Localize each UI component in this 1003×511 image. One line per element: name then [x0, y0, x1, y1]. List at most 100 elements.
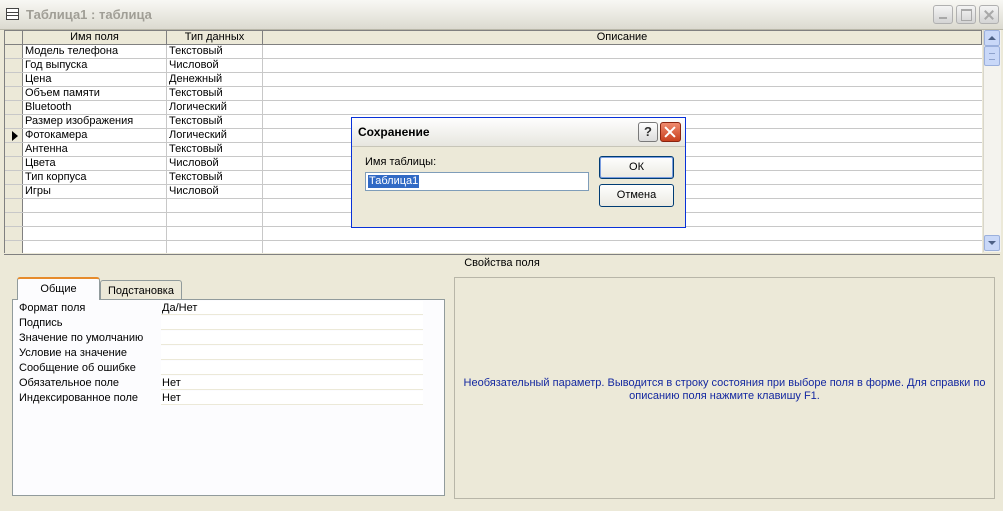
description-cell[interactable]: [263, 241, 982, 253]
property-value-field[interactable]: [161, 361, 423, 375]
field-name-cell[interactable]: [23, 241, 167, 253]
property-hint-panel: Необязательный параметр. Выводится в стр…: [454, 277, 995, 499]
save-dialog-titlebar[interactable]: Сохранение ?: [352, 118, 685, 147]
row-selector[interactable]: [5, 157, 23, 170]
description-cell[interactable]: [263, 101, 982, 114]
minimize-button[interactable]: [933, 5, 953, 24]
data-type-cell[interactable]: Денежный: [167, 73, 263, 86]
row-selector[interactable]: [5, 129, 23, 142]
property-value-field[interactable]: Да/Нет: [161, 301, 423, 315]
property-row: Значение по умолчанию: [13, 331, 433, 346]
table-row[interactable]: [5, 227, 982, 241]
scroll-up-button[interactable]: [984, 30, 1000, 46]
table-design-window: Таблица1 : таблица Имя поля Тип данных О…: [0, 0, 1003, 511]
property-row: Подпись: [13, 316, 433, 331]
row-selector[interactable]: [5, 87, 23, 100]
column-header-type[interactable]: Тип данных: [167, 31, 263, 44]
data-type-cell[interactable]: Логический: [167, 101, 263, 114]
row-selector[interactable]: [5, 101, 23, 114]
property-value-field[interactable]: [161, 316, 423, 330]
ok-button[interactable]: ОК: [599, 156, 674, 179]
cancel-button[interactable]: Отмена: [599, 184, 674, 207]
dialog-close-button[interactable]: [660, 122, 681, 142]
property-value-field[interactable]: Нет: [161, 376, 423, 390]
property-label: Значение по умолчанию: [19, 332, 144, 344]
row-selector[interactable]: [5, 213, 23, 226]
scroll-down-button[interactable]: [984, 235, 1000, 251]
row-selector[interactable]: [5, 45, 23, 58]
row-selector[interactable]: [5, 227, 23, 240]
field-name-cell[interactable]: Год выпуска: [23, 59, 167, 72]
field-name-cell[interactable]: Антенна: [23, 143, 167, 156]
row-selector[interactable]: [5, 115, 23, 128]
table-name-input[interactable]: Таблица1: [365, 172, 589, 191]
header-selector-cell: [5, 31, 23, 44]
field-name-cell[interactable]: Размер изображения: [23, 115, 167, 128]
row-selector[interactable]: [5, 143, 23, 156]
help-button[interactable]: ?: [638, 122, 658, 142]
scroll-thumb[interactable]: [984, 46, 1000, 66]
window-title: Таблица1 : таблица: [26, 7, 152, 22]
row-selector[interactable]: [5, 241, 23, 253]
table-row[interactable]: [5, 241, 982, 253]
field-name-cell[interactable]: Объем памяти: [23, 87, 167, 100]
row-selector[interactable]: [5, 59, 23, 72]
field-name-cell[interactable]: Тип корпуса: [23, 171, 167, 184]
save-dialog: Сохранение ? Имя таблицы: Таблица1 ОК От…: [351, 117, 686, 228]
data-type-cell[interactable]: Текстовый: [167, 171, 263, 184]
field-name-cell[interactable]: [23, 199, 167, 212]
property-value-field[interactable]: Нет: [161, 391, 423, 405]
field-name-cell[interactable]: [23, 227, 167, 240]
description-cell[interactable]: [263, 227, 982, 240]
data-type-cell[interactable]: Текстовый: [167, 45, 263, 58]
field-name-cell[interactable]: Bluetooth: [23, 101, 167, 114]
window-titlebar[interactable]: Таблица1 : таблица: [0, 0, 1003, 30]
column-header-description[interactable]: Описание: [263, 31, 982, 44]
description-cell[interactable]: [263, 59, 982, 72]
field-name-cell[interactable]: Игры: [23, 185, 167, 198]
description-cell[interactable]: [263, 73, 982, 86]
close-button[interactable]: [979, 5, 999, 24]
tab-lookup[interactable]: Подстановка: [100, 280, 182, 300]
data-type-cell[interactable]: [167, 227, 263, 240]
data-type-cell[interactable]: Текстовый: [167, 115, 263, 128]
row-selector[interactable]: [5, 73, 23, 86]
field-name-cell[interactable]: Модель телефона: [23, 45, 167, 58]
row-selector[interactable]: [5, 171, 23, 184]
data-type-cell[interactable]: Логический: [167, 129, 263, 142]
property-label: Обязательное поле: [19, 377, 120, 389]
tab-general[interactable]: Общие: [17, 277, 100, 300]
grid-scrollbar[interactable]: [983, 30, 1001, 252]
description-cell[interactable]: [263, 45, 982, 58]
table-row[interactable]: Bluetooth Логический: [5, 101, 982, 115]
data-type-cell[interactable]: [167, 213, 263, 226]
data-type-cell[interactable]: Числовой: [167, 59, 263, 72]
table-row[interactable]: Модель телефона Текстовый: [5, 45, 982, 59]
data-type-cell[interactable]: Числовой: [167, 157, 263, 170]
row-selector[interactable]: [5, 199, 23, 212]
save-dialog-title: Сохранение: [358, 125, 430, 139]
property-value-field[interactable]: [161, 331, 423, 345]
row-selector[interactable]: [5, 185, 23, 198]
data-type-cell[interactable]: [167, 241, 263, 253]
general-properties-panel: Формат поля Да/Нет Подпись Значение по умол…: [12, 299, 445, 496]
field-name-cell[interactable]: [23, 213, 167, 226]
field-name-cell[interactable]: Фотокамера: [23, 129, 167, 142]
description-cell[interactable]: [263, 87, 982, 100]
field-name-cell[interactable]: Цвета: [23, 157, 167, 170]
property-hint-text: Необязательный параметр. Выводится в стр…: [463, 377, 986, 402]
property-label: Условие на значение: [19, 347, 128, 359]
data-type-cell[interactable]: Текстовый: [167, 87, 263, 100]
table-row[interactable]: Год выпуска Числовой: [5, 59, 982, 73]
field-name-cell[interactable]: Цена: [23, 73, 167, 86]
property-row: Формат поля Да/Нет: [13, 301, 433, 316]
table-name-label: Имя таблицы:: [365, 156, 437, 168]
table-row[interactable]: Цена Денежный: [5, 73, 982, 87]
table-row[interactable]: Объем памяти Текстовый: [5, 87, 982, 101]
data-type-cell[interactable]: Числовой: [167, 185, 263, 198]
data-type-cell[interactable]: [167, 199, 263, 212]
property-value-field[interactable]: [161, 346, 423, 360]
maximize-button[interactable]: [956, 5, 976, 24]
data-type-cell[interactable]: Текстовый: [167, 143, 263, 156]
column-header-name[interactable]: Имя поля: [23, 31, 167, 44]
